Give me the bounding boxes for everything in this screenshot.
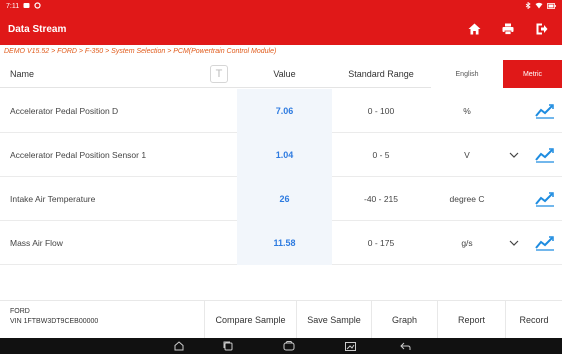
data-stream-list: Accelerator Pedal Position D 7.06 0 - 10… xyxy=(0,89,562,265)
home-icon xyxy=(468,23,480,35)
pid-value: 1.04 xyxy=(237,133,332,177)
graph-icon[interactable] xyxy=(532,133,558,177)
print-button[interactable] xyxy=(496,17,520,41)
footer-toolbar: FORD VIN 1FTBW3DT9CEB00000 Compare Sampl… xyxy=(0,300,562,339)
pid-name: Mass Air Flow xyxy=(10,238,63,248)
navigation-bar xyxy=(0,338,562,354)
pid-value: 11.58 xyxy=(237,221,332,265)
table-header: Name T Value Standard Range English Metr… xyxy=(0,60,562,88)
record-button[interactable]: Record xyxy=(505,301,562,339)
return-icon[interactable] xyxy=(400,338,411,354)
pid-value: 26 xyxy=(237,177,332,221)
exit-button[interactable] xyxy=(530,17,554,41)
table-row[interactable]: Mass Air Flow 11.58 0 - 175 g/s xyxy=(0,221,562,265)
breadcrumb: DEMO V15.52 > FORD > F-350 > System Sele… xyxy=(4,48,277,55)
table-row[interactable]: Intake Air Temperature 26 -40 - 215 degr… xyxy=(0,177,562,221)
pid-unit: % xyxy=(463,106,471,116)
title-bar: Data Stream xyxy=(0,13,562,45)
bluetooth-icon xyxy=(525,1,531,11)
graph-icon[interactable] xyxy=(532,177,558,221)
pid-unit: degree C xyxy=(449,194,485,204)
vehicle-make: FORD xyxy=(10,308,30,315)
pid-unit: V xyxy=(464,150,470,160)
page-title: Data Stream xyxy=(8,23,67,35)
column-header-range: Standard Range xyxy=(348,69,414,79)
home-button[interactable] xyxy=(462,17,486,41)
units-metric-toggle[interactable]: Metric xyxy=(503,60,562,88)
pid-range: 0 - 100 xyxy=(367,106,395,116)
table-row[interactable]: Accelerator Pedal Position Sensor 1 1.04… xyxy=(0,133,562,177)
vehicle-info: FORD VIN 1FTBW3DT9CEB00000 xyxy=(10,307,98,327)
vehicle-vin: VIN 1FTBW3DT9CEB00000 xyxy=(10,318,99,325)
text-size-icon: T xyxy=(210,65,228,83)
wifi-icon xyxy=(535,2,543,11)
column-header-name: Name xyxy=(10,69,35,79)
unit-dropdown-icon[interactable] xyxy=(506,133,522,177)
pid-range: -40 - 215 xyxy=(363,194,399,204)
pid-unit: g/s xyxy=(461,238,473,248)
battery-icon xyxy=(547,2,556,11)
save-sample-button[interactable]: Save Sample xyxy=(296,301,371,339)
recent-apps-icon[interactable] xyxy=(223,338,233,354)
print-icon xyxy=(502,23,514,35)
pid-value: 7.06 xyxy=(237,89,332,133)
compare-sample-button[interactable]: Compare Sample xyxy=(204,301,296,339)
pid-range: 0 - 5 xyxy=(372,150,390,160)
graph-icon[interactable] xyxy=(532,89,558,133)
pid-range: 0 - 175 xyxy=(367,238,395,248)
table-row[interactable]: Accelerator Pedal Position D 7.06 0 - 10… xyxy=(0,89,562,133)
notification-icon xyxy=(23,2,30,11)
status-bar: 7:11 xyxy=(0,0,562,13)
screenshot-icon[interactable] xyxy=(345,338,356,354)
pid-name: Accelerator Pedal Position Sensor 1 xyxy=(10,150,147,160)
pid-name: Accelerator Pedal Position D xyxy=(10,106,119,116)
font-size-button[interactable]: T xyxy=(206,60,232,88)
units-english-toggle[interactable]: English xyxy=(431,60,503,88)
status-time: 7:11 xyxy=(6,3,20,10)
graph-button[interactable]: Graph xyxy=(371,301,437,339)
column-header-value: Value xyxy=(273,69,296,79)
unit-dropdown-icon[interactable] xyxy=(506,221,522,265)
pid-name: Intake Air Temperature xyxy=(10,194,96,204)
exit-icon xyxy=(536,23,548,35)
graph-icon[interactable] xyxy=(532,221,558,265)
home-nav-icon[interactable] xyxy=(174,338,184,354)
report-button[interactable]: Report xyxy=(437,301,505,339)
vci-icon[interactable] xyxy=(283,338,295,354)
settings-icon xyxy=(34,2,41,11)
